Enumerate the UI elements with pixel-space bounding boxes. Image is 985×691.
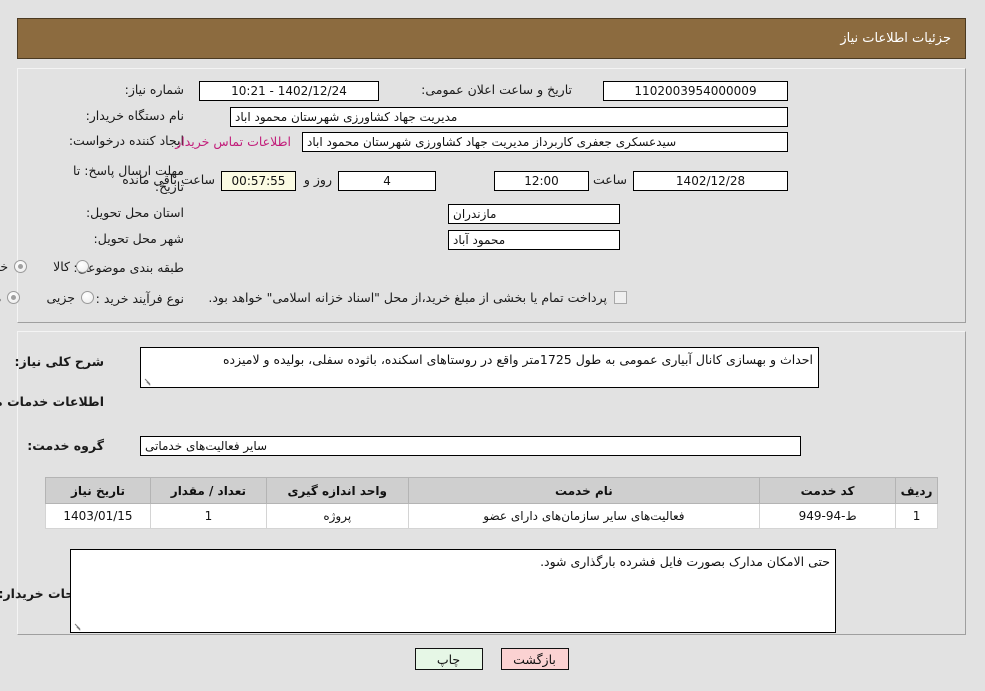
th-quantity: تعداد / مقدار	[150, 477, 268, 504]
services-heading: اطلاعات خدمات مورد نیاز	[0, 394, 105, 409]
table-row: 1 ط-94-949 فعالیت‌های سایر سازمان‌های دا…	[46, 503, 939, 529]
buyer-contact-link[interactable]: اطلاعات تماس خریدار	[176, 134, 292, 149]
purchase-type-option-label: جزیی	[47, 290, 76, 305]
category-options: کالا خدمت کالا/خدمت	[0, 259, 90, 274]
service-group-label-wrap: گروه خدمت:	[28, 438, 105, 453]
need-description-value: احداث و بهسازی کانال آبیاری عمومی به طول…	[223, 352, 814, 367]
contact-link-wrap: اطلاعات تماس خریدار	[176, 134, 292, 149]
buyer-org-value: مدیریت جهاد کشاورزی شهرستان محمود اباد	[231, 107, 789, 127]
requester-row: ایجاد کننده درخواست:	[70, 133, 185, 148]
city-value: محمود آباد	[449, 230, 621, 250]
need-description-label: شرح کلی نیاز:	[15, 354, 105, 369]
category-row: طبقه بندی موضوعی:	[74, 260, 185, 275]
deadline-date-value: 1402/12/28	[634, 171, 789, 191]
remaining-time-label-wrap: ساعت باقی مانده	[123, 172, 216, 187]
category-option-khedmat[interactable]: خدمت	[0, 259, 29, 274]
category-option-kala[interactable]: کالا	[54, 259, 90, 274]
checkbox-icon[interactable]	[615, 291, 628, 304]
purchase-type-label: نوع فرآیند خرید :	[96, 291, 185, 306]
page-title-bar: جزئیات اطلاعات نیاز	[18, 18, 967, 59]
category-option-label: کالا	[54, 259, 71, 274]
cell-quantity: 1	[150, 503, 268, 529]
province-label: استان محل تحویل:	[86, 205, 185, 220]
radio-icon-selected[interactable]	[15, 260, 29, 273]
remaining-days-value: 4	[339, 171, 437, 191]
service-group-value: سایر فعالیت‌های خدماتی	[141, 436, 802, 456]
cell-need-date: 1403/01/15	[46, 503, 152, 529]
th-service-code: کد خدمت	[760, 477, 898, 504]
print-button[interactable]: چاپ	[415, 648, 484, 670]
category-option-label: خدمت	[0, 259, 10, 274]
need-number-row: شماره نیاز:	[126, 82, 185, 97]
category-label: طبقه بندی موضوعی:	[74, 260, 185, 275]
radio-icon[interactable]	[77, 260, 90, 273]
cell-service-code: ط-94-949	[760, 503, 898, 529]
buyer-notes-value: حتی الامکان مدارک بصورت فایل فشرده بارگذ…	[541, 554, 831, 569]
need-description-label-wrap: شرح کلی نیاز:	[16, 354, 105, 369]
province-row: استان محل تحویل:	[87, 205, 185, 220]
buyer-notes-textarea[interactable]: حتی الامکان مدارک بصورت فایل فشرده بارگذ…	[71, 549, 837, 633]
radio-icon-selected[interactable]	[8, 291, 22, 304]
requester-value: سیدعسکری جعفری کاربرداز مدیریت جهاد کشاو…	[303, 132, 789, 152]
service-group-label: گروه خدمت:	[28, 438, 105, 453]
radio-icon[interactable]	[82, 291, 95, 304]
remaining-days-label-wrap: روز و	[305, 172, 333, 187]
deadline-hour-label: ساعت	[593, 172, 628, 187]
deadline-hour-label-wrap: ساعت	[594, 172, 628, 187]
need-number-value: 1102003954000009	[604, 81, 789, 101]
purchase-type-row: نوع فرآیند خرید :	[97, 291, 185, 306]
back-button[interactable]: بازگشت	[501, 648, 570, 670]
buyer-org-label: نام دستگاه خریدار:	[86, 108, 185, 123]
action-buttons: بازگشت چاپ	[0, 648, 985, 670]
purchase-type-option-label: متوسط	[0, 290, 2, 305]
purchase-type-option-jozii[interactable]: جزیی	[47, 290, 95, 305]
purchase-type-option-motevaset[interactable]: متوسط	[0, 290, 22, 305]
remaining-time-value: 00:57:55	[222, 171, 297, 191]
cell-service-name: فعالیت‌های سایر سازمان‌های دارای عضو	[408, 503, 762, 529]
remaining-time-label: ساعت باقی مانده	[123, 172, 216, 187]
buyer-org-row: نام دستگاه خریدار:	[87, 108, 185, 123]
table-header-row: ردیف کد خدمت نام خدمت واحد اندازه گیری ت…	[46, 477, 939, 504]
th-unit: واحد اندازه گیری	[266, 477, 410, 504]
deadline-hour-value: 12:00	[495, 171, 590, 191]
announce-datetime-label: تاریخ و ساعت اعلان عمومی:	[422, 82, 573, 97]
city-label: شهر محل تحویل:	[94, 231, 185, 246]
need-number-label: شماره نیاز:	[125, 82, 185, 97]
announce-datetime-value: 1402/12/24 - 10:21	[200, 81, 380, 101]
need-description-textarea[interactable]: احداث و بهسازی کانال آبیاری عمومی به طول…	[141, 347, 820, 388]
services-heading-wrap: اطلاعات خدمات مورد نیاز	[0, 394, 105, 409]
islamic-treasury-checkbox-label: پرداخت تمام یا بخشی از مبلغ خرید،از محل …	[209, 290, 608, 305]
cell-unit: پروژه	[266, 503, 410, 529]
th-service-name: نام خدمت	[408, 477, 762, 504]
cell-radif: 1	[896, 503, 939, 529]
purchase-type-options: جزیی متوسط	[0, 290, 95, 305]
services-table: ردیف کد خدمت نام خدمت واحد اندازه گیری ت…	[46, 477, 939, 529]
islamic-treasury-checkbox-row[interactable]: پرداخت تمام یا بخشی از مبلغ خرید،از محل …	[209, 290, 628, 305]
city-row: شهر محل تحویل:	[95, 231, 185, 246]
th-radif: ردیف	[896, 477, 939, 504]
remaining-days-label: روز و	[304, 172, 333, 187]
resize-grip-icon[interactable]	[144, 377, 153, 386]
announce-datetime-label-wrap: تاریخ و ساعت اعلان عمومی:	[422, 82, 573, 97]
province-value: مازندران	[449, 204, 621, 224]
th-need-date: تاریخ نیاز	[46, 477, 152, 504]
page-title: جزئیات اطلاعات نیاز	[841, 31, 952, 46]
resize-grip-icon[interactable]	[74, 622, 83, 631]
requester-label: ایجاد کننده درخواست:	[69, 133, 185, 148]
